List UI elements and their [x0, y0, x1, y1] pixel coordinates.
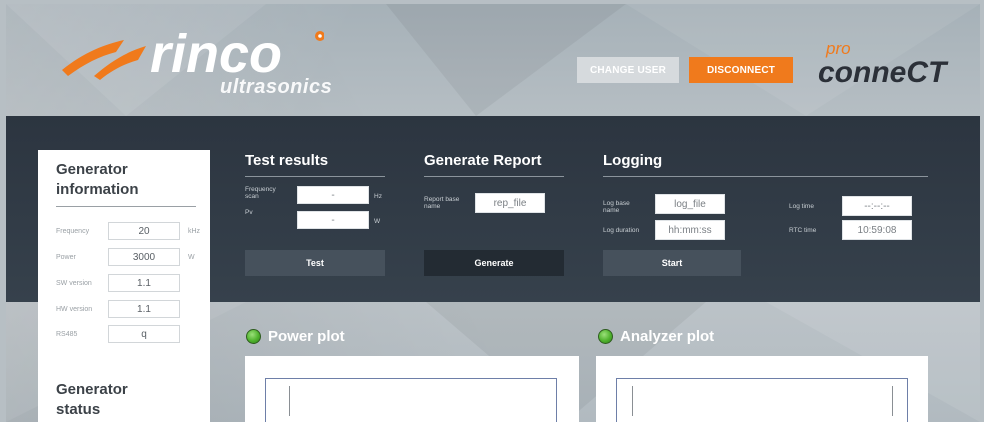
- analyzer-plot-header: Analyzer plot: [598, 328, 714, 345]
- status-led-icon: [598, 329, 613, 344]
- power-value: 3000: [108, 248, 180, 266]
- report-rule: [424, 176, 564, 177]
- pv-unit: W: [374, 218, 381, 225]
- generator-status-title-1: Generator: [56, 381, 128, 398]
- generator-info-rule: [56, 206, 196, 207]
- analyzer-plot-axis-right: [892, 386, 893, 416]
- test-button[interactable]: Test: [245, 250, 385, 276]
- sw-version-label: SW version: [56, 280, 92, 287]
- log-duration-label: Log duration: [603, 227, 640, 234]
- rinco-logo: rinco: [62, 24, 324, 84]
- sw-version-value: 1.1: [108, 274, 180, 292]
- log-duration-field[interactable]: hh:mm:ss: [655, 220, 725, 240]
- generator-status-title-2: status: [56, 401, 101, 418]
- analyzer-plot-axis-left: [632, 386, 633, 416]
- status-led-icon: [246, 329, 261, 344]
- change-user-button[interactable]: CHANGE USER: [577, 57, 679, 83]
- generator-info-card: Generator information Frequency 20 kHz P…: [38, 150, 210, 422]
- report-base-label: Report base name: [424, 196, 460, 210]
- frequency-value: 20: [108, 222, 180, 240]
- power-plot-frame: [265, 378, 557, 422]
- log-time-field: --:--:--: [842, 196, 912, 216]
- frequency-scan-label: Frequency scan: [245, 186, 276, 200]
- hw-version-value: 1.1: [108, 300, 180, 318]
- analyzer-plot-title: Analyzer plot: [620, 328, 715, 345]
- pv-label: Pv: [245, 209, 253, 216]
- analyzer-plot-area[interactable]: [596, 356, 928, 422]
- logging-title: Logging: [603, 152, 663, 169]
- app-window: rinco ultrasonics CHANGE USER DISCONNECT…: [6, 4, 980, 422]
- analyzer-plot-frame: [616, 378, 908, 422]
- rs485-value: q: [108, 325, 180, 343]
- generate-report-title: Generate Report: [424, 152, 542, 169]
- power-plot-title: Power plot: [268, 328, 345, 345]
- rtc-time-label: RTC time: [789, 227, 817, 234]
- proconnect-logo: pro conneCT: [818, 39, 949, 89]
- start-button[interactable]: Start: [603, 250, 741, 276]
- logo-subtitle: ultrasonics: [220, 76, 333, 98]
- log-time-label: Log time: [789, 203, 814, 210]
- generator-info-title-1: Generator: [56, 161, 128, 178]
- disconnect-button[interactable]: DISCONNECT: [689, 57, 793, 83]
- frequency-scan-field: -: [297, 186, 369, 204]
- power-plot-area[interactable]: [245, 356, 579, 422]
- log-base-field[interactable]: log_file: [655, 194, 725, 214]
- rtc-time-field: 10:59:08: [842, 220, 912, 240]
- report-base-field[interactable]: rep_file: [475, 193, 545, 213]
- generate-button[interactable]: Generate: [424, 250, 564, 276]
- frequency-unit: Hz: [374, 193, 382, 200]
- test-results-rule: [245, 176, 385, 177]
- power-plot-axis: [289, 386, 290, 416]
- frequency-value-unit: kHz: [188, 228, 201, 235]
- header: rinco ultrasonics CHANGE USER DISCONNECT…: [6, 4, 980, 116]
- connect-text: conneCT: [818, 56, 949, 89]
- logo-text: rinco: [150, 24, 282, 84]
- log-base-label: Log base name: [603, 200, 630, 214]
- power-plot-header: Power plot: [246, 328, 345, 345]
- power-label: Power: [56, 254, 76, 261]
- power-value-unit: W: [188, 254, 195, 261]
- test-results-title: Test results: [245, 152, 329, 169]
- frequency-label: Frequency: [56, 228, 90, 235]
- pv-field: -: [297, 211, 369, 229]
- logging-rule: [603, 176, 928, 177]
- hw-version-label: HW version: [56, 306, 93, 313]
- generator-info-title-2: information: [56, 181, 139, 198]
- rs485-label: RS485: [56, 331, 78, 338]
